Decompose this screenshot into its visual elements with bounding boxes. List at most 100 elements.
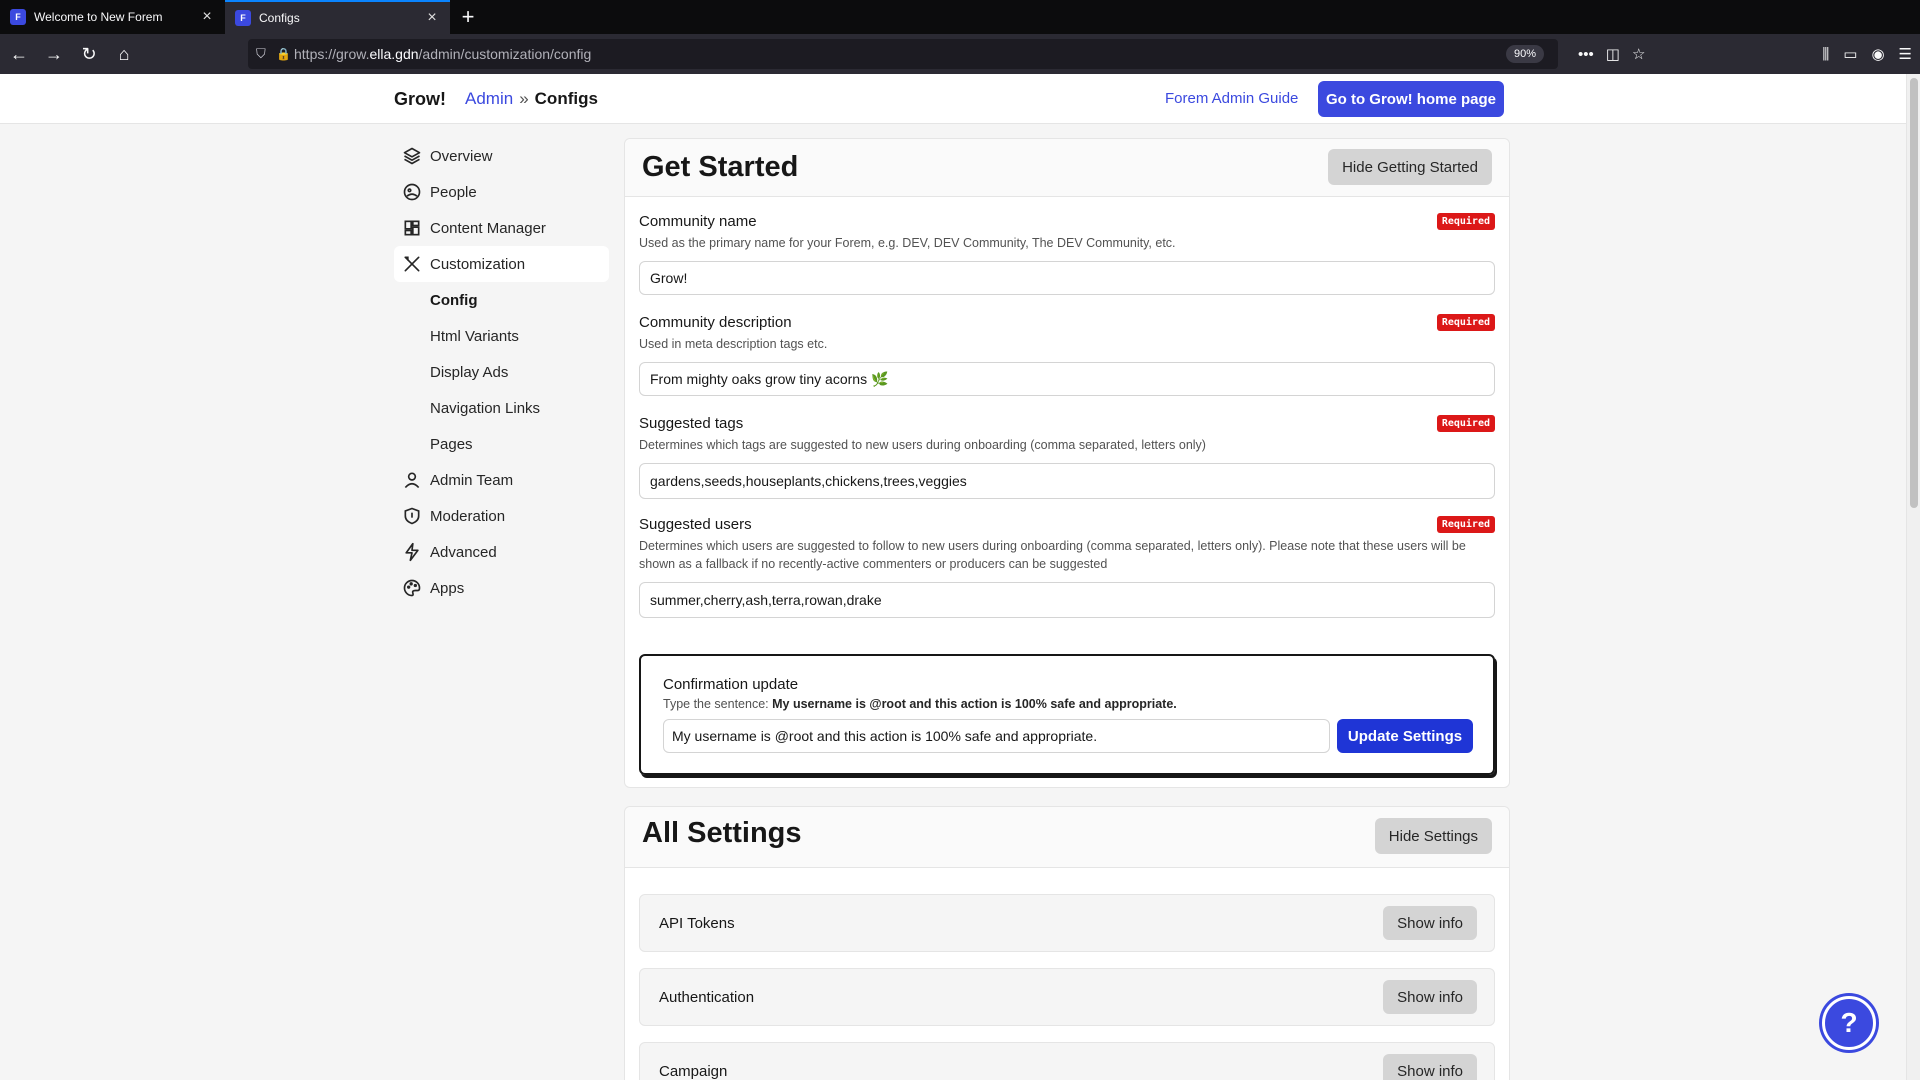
browser-navbar: ← → ↻ ⌂ ⛉ 🔒 https://grow.ella.gdn/admin/… — [0, 34, 1920, 74]
sidebar-item-admin-team[interactable]: Admin Team — [394, 462, 609, 498]
sidebar-item-label: Advanced — [430, 543, 497, 561]
hide-getting-started-button[interactable]: Hide Getting Started — [1328, 149, 1492, 185]
library-icon[interactable]: ⫼ — [1822, 46, 1829, 63]
url-path: /admin/customization/config — [418, 46, 592, 62]
page-scrollbar[interactable] — [1906, 74, 1920, 1080]
setting-row-authentication[interactable]: Authentication Show info — [639, 968, 1495, 1026]
card-divider — [625, 867, 1509, 894]
forem-favicon-icon: F — [235, 10, 251, 26]
breadcrumb: Admin » Configs — [465, 89, 598, 109]
layers-icon — [402, 146, 422, 166]
help-question-icon[interactable]: ? — [1822, 996, 1876, 1050]
forward-icon[interactable]: → — [38, 38, 70, 70]
forem-favicon-icon: F — [10, 9, 26, 25]
sidebar-toggle-icon[interactable]: ▭ — [1843, 45, 1857, 63]
community-name-input[interactable]: Grow! — [639, 261, 1495, 295]
hide-settings-button[interactable]: Hide Settings — [1374, 818, 1492, 854]
url-text[interactable]: https://grow.ella.gdn/admin/customizatio… — [294, 46, 591, 62]
menu-icon[interactable]: ☰ — [1899, 45, 1912, 63]
page-viewport: Grow! Admin » Configs Forem Admin Guide Go… — [0, 74, 1920, 1080]
setting-row-title: Campaign — [659, 1063, 728, 1080]
sidebar-subitem-pages[interactable]: Pages — [394, 426, 609, 462]
brand-name[interactable]: Grow! — [394, 89, 446, 110]
confirmation-sentence: My username is @root and this action is … — [772, 697, 1177, 711]
sidebar-subitem-navigation-links[interactable]: Navigation Links — [394, 390, 609, 426]
close-icon[interactable]: × — [199, 8, 215, 26]
show-info-button[interactable]: Show info — [1383, 1054, 1477, 1080]
reload-icon[interactable]: ↻ — [73, 38, 105, 70]
browser-tab-configs[interactable]: F Configs × — [225, 0, 450, 34]
required-badge: Required — [1436, 314, 1495, 331]
palette-icon — [402, 578, 422, 598]
url-prefix: https://grow. — [294, 46, 370, 62]
url-actions: ••• ◫ ☆ — [1578, 34, 1645, 74]
sidebar-subitem-config[interactable]: Config — [394, 282, 609, 318]
confirmation-hint: Type the sentence: My username is @root … — [663, 697, 1473, 711]
breadcrumb-admin-link[interactable]: Admin — [465, 89, 513, 108]
community-name-field: Community name Required Used as the prim… — [625, 213, 1509, 295]
new-tab-button[interactable]: + — [450, 0, 486, 34]
suggested-users-input[interactable]: summer,cherry,ash,terra,rowan,drake — [639, 582, 1495, 618]
suggested-tags-input[interactable]: gardens,seeds,houseplants,chickens,trees… — [639, 463, 1495, 499]
required-badge: Required — [1436, 516, 1495, 533]
sidebar-item-label: Overview — [430, 147, 493, 165]
sidebar-item-customization[interactable]: Customization — [394, 246, 609, 282]
confirmation-hint-prefix: Type the sentence: — [663, 697, 773, 711]
close-icon[interactable]: × — [424, 9, 440, 27]
page-title: Configs — [534, 89, 598, 108]
required-badge: Required — [1436, 213, 1495, 230]
scrollbar-thumb[interactable] — [1910, 78, 1918, 508]
lightning-icon — [402, 542, 422, 562]
field-hint: Determines which users are suggested to … — [639, 539, 1466, 571]
toolbar-right: ⫼ ▭ ◉ ☰ — [1822, 34, 1912, 74]
tools-icon — [402, 254, 422, 274]
home-page-button[interactable]: Go to Grow! home page — [1318, 81, 1504, 117]
home-icon[interactable]: ⌂ — [108, 38, 140, 70]
setting-row-api-tokens[interactable]: API Tokens Show info — [639, 894, 1495, 952]
browser-tab-welcome[interactable]: F Welcome to New Forem × — [0, 0, 225, 34]
sidebar-item-label: Content Manager — [430, 219, 546, 237]
sidebar-subitem-display-ads[interactable]: Display Ads — [394, 354, 609, 390]
sidebar-item-label: Admin Team — [430, 471, 514, 489]
all-settings-title: All Settings — [642, 817, 802, 849]
sidebar-item-content-manager[interactable]: Content Manager — [394, 210, 609, 246]
setting-row-campaign[interactable]: Campaign Show info — [639, 1042, 1495, 1080]
field-label: Community name — [639, 213, 757, 230]
update-settings-button[interactable]: Update Settings — [1337, 719, 1473, 753]
bookmark-star-icon[interactable]: ☆ — [1632, 45, 1645, 63]
suggested-users-field: Suggested users Required Determines whic… — [625, 516, 1509, 618]
admin-header: Grow! Admin » Configs Forem Admin Guide Go… — [0, 74, 1906, 124]
lock-icon[interactable]: 🔒 — [276, 47, 294, 61]
confirmation-input[interactable]: My username is @root and this action is … — [663, 719, 1330, 753]
community-description-input[interactable]: From mighty oaks grow tiny acorns 🌿 — [639, 362, 1495, 396]
browser-tab-strip: F Welcome to New Forem × F Configs × + — [0, 0, 1920, 34]
all-settings-card: All Settings Hide Settings API Tokens Sh… — [624, 806, 1510, 1080]
get-started-header: Get Started Hide Getting Started — [625, 139, 1509, 197]
sidebar-item-moderation[interactable]: Moderation — [394, 498, 609, 534]
confirmation-box: Confirmation update Type the sentence: M… — [639, 654, 1495, 775]
show-info-button[interactable]: Show info — [1383, 980, 1477, 1014]
user-icon — [402, 470, 422, 490]
sidebar-item-label: Moderation — [430, 507, 506, 525]
account-icon[interactable]: ◉ — [1871, 45, 1884, 63]
sidebar-item-people[interactable]: People — [394, 174, 609, 210]
confirmation-title: Confirmation update — [663, 676, 799, 693]
address-bar[interactable]: ⛉ 🔒 https://grow.ella.gdn/admin/customiz… — [248, 39, 1558, 69]
admin-guide-link[interactable]: Forem Admin Guide — [1165, 90, 1298, 107]
pocket-icon[interactable]: ◫ — [1606, 45, 1620, 63]
back-icon[interactable]: ← — [3, 38, 35, 70]
show-info-button[interactable]: Show info — [1383, 906, 1477, 940]
sidebar-item-overview[interactable]: Overview — [394, 138, 609, 174]
sidebar-subitem-html-variants[interactable]: Html Variants — [394, 318, 609, 354]
breadcrumb-separator: » — [519, 89, 529, 108]
sidebar-item-advanced[interactable]: Advanced — [394, 534, 609, 570]
url-domain: ella.gdn — [369, 46, 419, 62]
zoom-level-badge[interactable]: 90% — [1505, 45, 1544, 63]
sidebar-item-label: People — [430, 183, 477, 201]
get-started-card: Get Started Hide Getting Started Communi… — [624, 138, 1510, 788]
globe-people-icon — [402, 182, 422, 202]
tracking-shield-icon[interactable]: ⛉ — [256, 46, 276, 62]
grid-icon — [402, 218, 422, 238]
sidebar-item-apps[interactable]: Apps — [394, 570, 609, 606]
more-actions-icon[interactable]: ••• — [1578, 46, 1594, 63]
